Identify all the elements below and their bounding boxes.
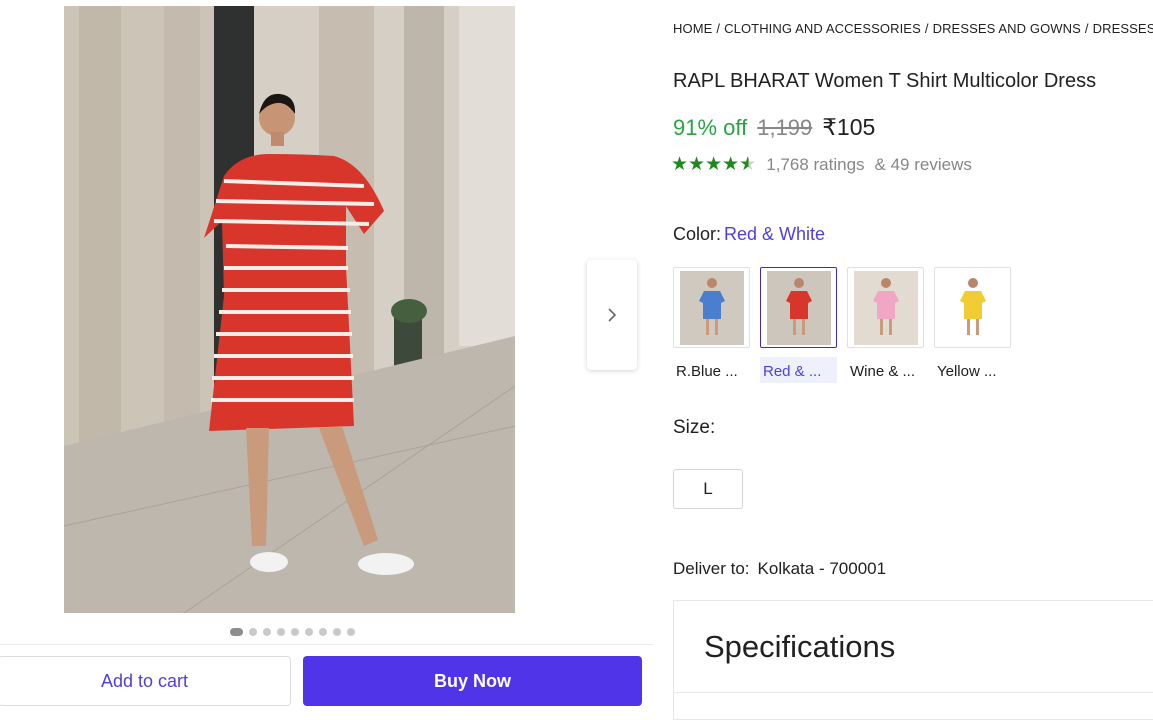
delivery-info: Deliver to: Kolkata - 700001: [673, 559, 886, 579]
swatch-label: R.Blue ...: [676, 363, 738, 380]
add-to-cart-button[interactable]: Add to cart: [0, 656, 291, 706]
pagination-dot[interactable]: [291, 628, 299, 636]
pagination-dot[interactable]: [333, 628, 341, 636]
original-price: 1,199: [757, 115, 813, 140]
star-icon: ★: [671, 154, 689, 175]
breadcrumb-clothing[interactable]: CLOTHING AND ACCESSORIES: [724, 21, 921, 36]
chevron-right-icon: [608, 308, 617, 322]
star-icon: ★: [722, 154, 740, 175]
color-swatch[interactable]: R.Blue ...: [673, 267, 750, 383]
product-photo-illustration: [64, 6, 515, 613]
swatch-thumbnail: [847, 267, 924, 348]
color-label: Color: Red & White: [673, 224, 825, 245]
product-image[interactable]: [64, 6, 515, 613]
swatch-thumbnail: [760, 267, 837, 348]
specifications-section: Specifications: [673, 600, 1153, 720]
pagination-dot[interactable]: [263, 628, 271, 636]
product-title: RAPL BHARAT Women T Shirt Multicolor Dre…: [673, 70, 1097, 92]
divider: [674, 692, 1153, 693]
pagination-dot[interactable]: [230, 628, 243, 636]
swatch-label: Red & ...: [760, 357, 837, 383]
swatch-thumbnail: [673, 267, 750, 348]
next-image-button[interactable]: [587, 260, 637, 370]
price-row: 91% off 1,199 ₹105: [673, 114, 875, 141]
pagination-dot[interactable]: [249, 628, 257, 636]
deliver-to-label: Deliver to:: [673, 559, 750, 578]
breadcrumb-home[interactable]: HOME: [673, 21, 712, 36]
rating-row[interactable]: ★ ★ ★ ★ ★ 1,768 ratings & 49 reviews: [671, 155, 972, 175]
star-icon: ★: [739, 154, 757, 175]
breadcrumb: HOME / CLOTHING AND ACCESSORIES / DRESSES AN…: [673, 21, 1153, 36]
ratings-count: 1,768 ratings: [766, 155, 865, 174]
discount-percent: 91% off: [673, 115, 748, 140]
swatch-label: Wine & ...: [850, 363, 916, 380]
star-rating: ★ ★ ★ ★ ★: [671, 155, 756, 175]
size-option-l[interactable]: L: [673, 469, 743, 509]
color-label-text: Color:: [673, 224, 722, 244]
color-swatch[interactable]: Red & ...: [760, 267, 837, 383]
color-swatch[interactable]: Yellow ...: [934, 267, 1011, 383]
pagination-dot[interactable]: [347, 628, 355, 636]
swatch-label: Yellow ...: [937, 363, 997, 380]
star-icon: ★: [688, 154, 706, 175]
specifications-title: Specifications: [704, 629, 896, 664]
pagination-dot[interactable]: [319, 628, 327, 636]
image-pagination-dots: [230, 628, 355, 636]
selected-color: Red & White: [724, 224, 826, 244]
size-label: Size:: [673, 417, 716, 438]
reviews-count: & 49 reviews: [874, 155, 972, 174]
buy-now-button[interactable]: Buy Now: [303, 656, 642, 706]
color-swatches: R.Blue ... Red & ... Wine & ... Yellow ...: [673, 267, 1011, 383]
delivery-location[interactable]: Kolkata - 700001: [758, 559, 887, 578]
breadcrumb-dresses[interactable]: DRESSES: [1093, 21, 1153, 36]
pagination-dot[interactable]: [305, 628, 313, 636]
action-bar: Add to cart Buy Now: [0, 644, 653, 716]
breadcrumb-dresses-gowns[interactable]: DRESSES AND GOWNS: [933, 21, 1081, 36]
selling-price: ₹105: [822, 114, 876, 140]
color-swatch[interactable]: Wine & ...: [847, 267, 924, 383]
swatch-thumbnail: [934, 267, 1011, 348]
pagination-dot[interactable]: [277, 628, 285, 636]
star-icon: ★: [705, 154, 723, 175]
